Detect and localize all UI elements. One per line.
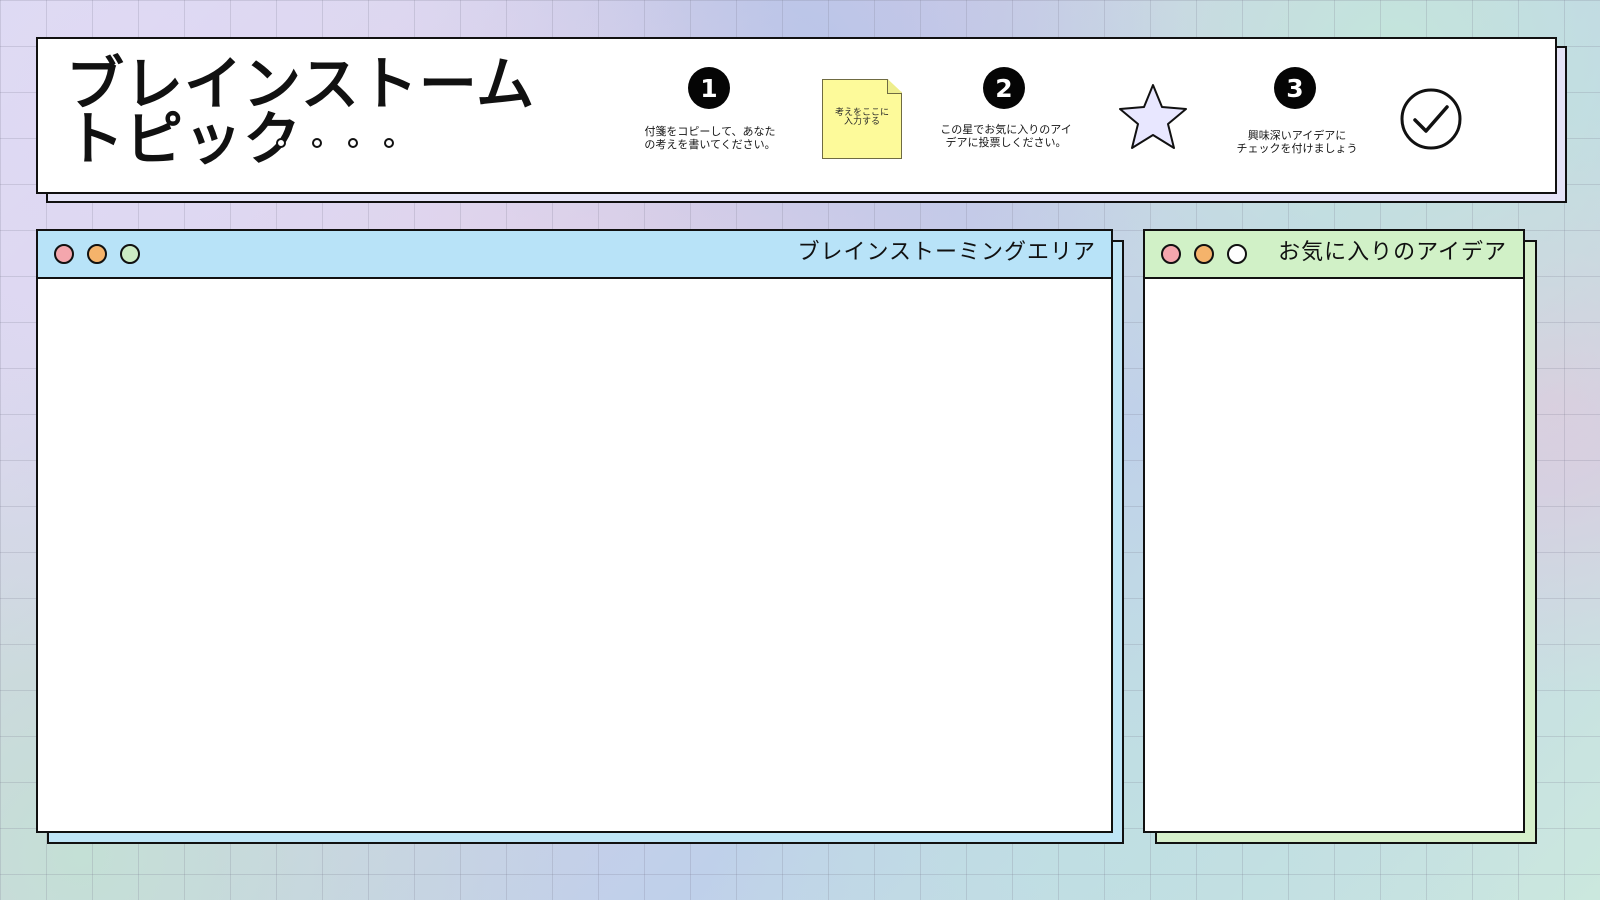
brainstorm-area-title: ブレインストーミングエリア: [797, 240, 1096, 265]
step-1-instruction: 付箋をコピーして、あなた の考えを書いてください。: [644, 125, 776, 152]
minimize-window-icon[interactable]: [87, 244, 107, 264]
brainstorm-canvas[interactable]: [38, 279, 1111, 831]
sticky-note-placeholder: 考えをここに 入力する: [834, 108, 889, 128]
close-window-icon[interactable]: [1161, 244, 1181, 264]
star-icon[interactable]: [1117, 82, 1189, 152]
window-controls: [1161, 244, 1247, 264]
brainstorm-window-header: ブレインストーミングエリア: [38, 231, 1111, 279]
step-2-badge: 2: [983, 67, 1025, 109]
favorites-window-header: お気に入りのアイデア: [1145, 231, 1523, 279]
minimize-window-icon[interactable]: [1194, 244, 1214, 264]
favorites-canvas[interactable]: [1145, 279, 1523, 831]
maximize-window-icon[interactable]: [120, 244, 140, 264]
step-2-instruction: この星でお気に入りのアイ デアに投票しください。: [940, 123, 1072, 150]
close-window-icon[interactable]: [54, 244, 74, 264]
favorites-title: お気に入りのアイデア: [1278, 240, 1507, 265]
topic-header-card: ブレインストーム トピック 1 付箋をコピーして、あなた の考えを書いてください…: [36, 37, 1557, 194]
window-controls: [54, 244, 140, 264]
step-3-badge: 3: [1274, 67, 1316, 109]
small-dot-icon: [348, 138, 358, 148]
check-circle-icon[interactable]: [1399, 87, 1463, 151]
brainstorm-window: ブレインストーミングエリア: [36, 229, 1113, 833]
small-dot-icon: [384, 138, 394, 148]
page-title: ブレインストーム トピック: [66, 50, 536, 174]
maximize-window-icon[interactable]: [1227, 244, 1247, 264]
title-dots: [276, 138, 394, 148]
step-3-instruction: 興味深いアイデアに チェックを付けましょう: [1236, 129, 1358, 156]
sticky-note[interactable]: 考えをここに 入力する: [822, 79, 902, 159]
favorites-window: お気に入りのアイデア: [1143, 229, 1525, 833]
small-dot-icon: [312, 138, 322, 148]
small-dot-icon: [276, 138, 286, 148]
step-1-badge: 1: [688, 67, 730, 109]
